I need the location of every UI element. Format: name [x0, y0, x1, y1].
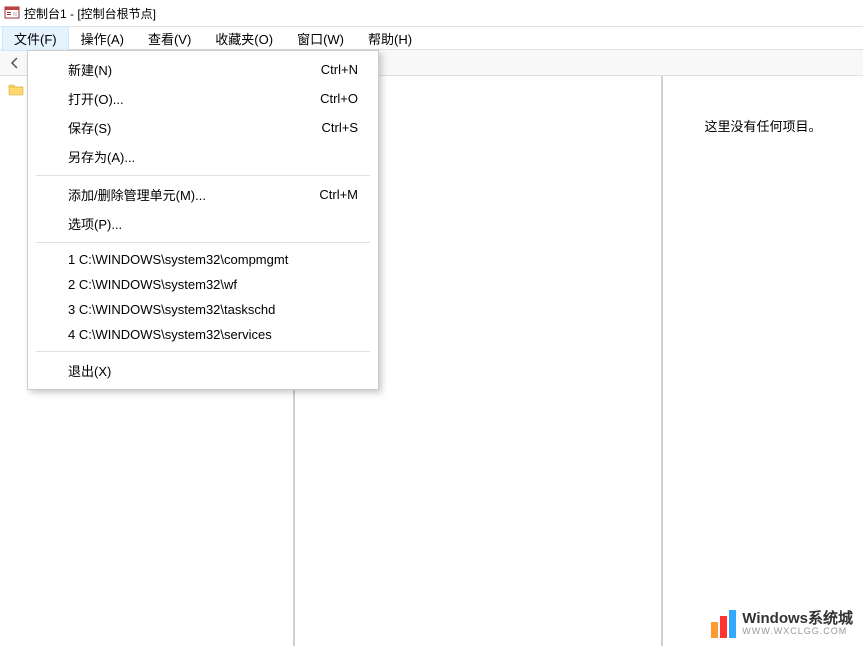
- menu-label: 保存(S): [68, 118, 111, 137]
- menu-item-new[interactable]: 新建(N) Ctrl+N: [28, 55, 378, 84]
- menu-favorites[interactable]: 收藏夹(O): [203, 26, 285, 51]
- menu-item-recent-1[interactable]: 1 C:\WINDOWS\system32\compmgmt: [28, 247, 378, 272]
- app-icon: [4, 5, 20, 21]
- menu-label: 新建(N): [68, 60, 112, 79]
- menu-item-save-as[interactable]: 另存为(A)...: [28, 142, 378, 171]
- menu-label: 2 C:\WINDOWS\system32\wf: [68, 277, 237, 292]
- menu-item-options[interactable]: 选项(P)...: [28, 209, 378, 238]
- right-pane: 这里没有任何项目。: [295, 76, 863, 646]
- actions-pane: 这里没有任何项目。: [663, 76, 863, 646]
- menu-action[interactable]: 操作(A): [69, 26, 136, 51]
- menu-label: 另存为(A)...: [68, 147, 135, 166]
- menu-help[interactable]: 帮助(H): [356, 26, 424, 51]
- menu-item-recent-2[interactable]: 2 C:\WINDOWS\system32\wf: [28, 272, 378, 297]
- menu-label: 退出(X): [68, 361, 111, 380]
- menu-label: 选项(P)...: [68, 214, 122, 233]
- menu-item-save[interactable]: 保存(S) Ctrl+S: [28, 113, 378, 142]
- watermark-sub: WWW.WXCLGG.COM: [742, 627, 853, 637]
- menu-item-recent-4[interactable]: 4 C:\WINDOWS\system32\services: [28, 322, 378, 347]
- menu-shortcut: Ctrl+S: [322, 120, 358, 135]
- menu-item-open[interactable]: 打开(O)... Ctrl+O: [28, 84, 378, 113]
- menu-separator: [36, 242, 370, 243]
- menu-label: 4 C:\WINDOWS\system32\services: [68, 327, 272, 342]
- menu-file[interactable]: 文件(F): [2, 26, 69, 51]
- menu-view[interactable]: 查看(V): [136, 26, 203, 51]
- menu-shortcut: Ctrl+M: [319, 187, 358, 202]
- menu-label: 添加/删除管理单元(M)...: [68, 185, 206, 204]
- menu-item-exit[interactable]: 退出(X): [28, 356, 378, 385]
- window-title: 控制台1 - [控制台根节点]: [24, 5, 156, 22]
- back-button[interactable]: [4, 52, 26, 74]
- watermark-logo-icon: [711, 610, 736, 638]
- menu-separator: [36, 351, 370, 352]
- menu-shortcut: Ctrl+N: [321, 62, 358, 77]
- menu-window[interactable]: 窗口(W): [285, 26, 356, 51]
- empty-message: 这里没有任何项目。: [673, 116, 853, 135]
- watermark-main: Windows系统城: [742, 611, 853, 628]
- menu-separator: [36, 175, 370, 176]
- menu-label: 1 C:\WINDOWS\system32\compmgmt: [68, 252, 288, 267]
- watermark-text: Windows系统城 WWW.WXCLGG.COM: [742, 611, 853, 637]
- file-dropdown-menu: 新建(N) Ctrl+N 打开(O)... Ctrl+O 保存(S) Ctrl+…: [27, 50, 379, 390]
- menu-shortcut: Ctrl+O: [320, 91, 358, 106]
- folder-icon: [8, 82, 24, 98]
- menu-bar: 文件(F) 操作(A) 查看(V) 收藏夹(O) 窗口(W) 帮助(H): [0, 26, 863, 50]
- menu-item-add-remove-snapin[interactable]: 添加/删除管理单元(M)... Ctrl+M: [28, 180, 378, 209]
- watermark: Windows系统城 WWW.WXCLGG.COM: [711, 610, 853, 638]
- menu-label: 打开(O)...: [68, 89, 124, 108]
- title-bar: 控制台1 - [控制台根节点]: [0, 0, 863, 26]
- menu-item-recent-3[interactable]: 3 C:\WINDOWS\system32\taskschd: [28, 297, 378, 322]
- menu-label: 3 C:\WINDOWS\system32\taskschd: [68, 302, 275, 317]
